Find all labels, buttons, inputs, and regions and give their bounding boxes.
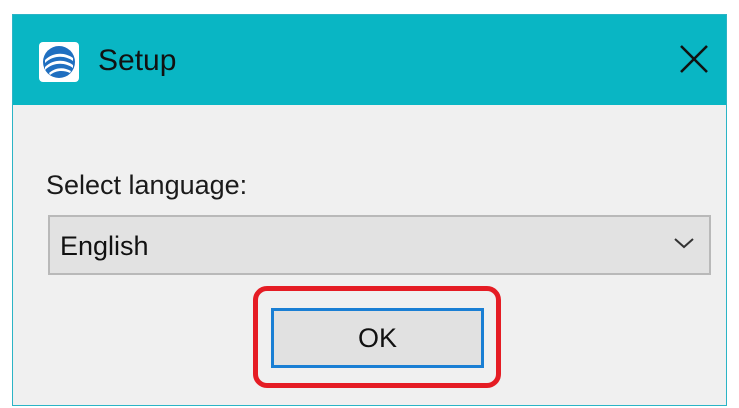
setup-app-icon (39, 42, 79, 82)
language-select[interactable]: English (48, 215, 711, 275)
ok-button[interactable]: OK (271, 308, 484, 368)
language-select-value: English (60, 231, 149, 261)
close-button[interactable] (674, 39, 714, 79)
setup-dialog: Setup Select language: English OK (12, 14, 727, 406)
close-icon (680, 45, 708, 73)
window-title: Setup (98, 44, 177, 77)
chevron-down-icon (674, 238, 694, 249)
title-bar: Setup (13, 15, 726, 105)
select-language-label: Select language: (46, 170, 248, 200)
